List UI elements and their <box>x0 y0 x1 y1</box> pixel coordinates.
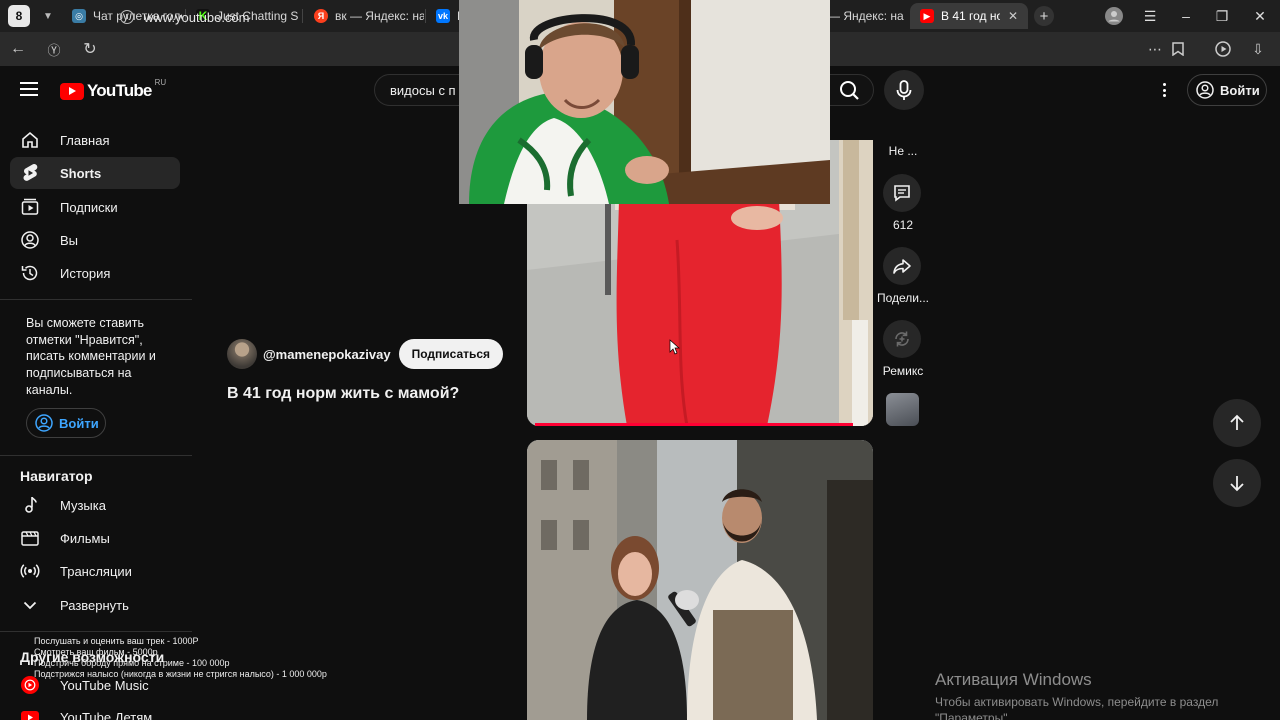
guide-menu-icon[interactable] <box>20 82 38 96</box>
youtube-favicon-icon: ▶ <box>920 9 934 23</box>
live-icon <box>20 564 40 578</box>
sidebar-item-expand[interactable]: Развернуть <box>10 589 180 621</box>
dislike-label: Не ... <box>888 144 918 158</box>
search-query-text: видосы с п <box>390 83 456 98</box>
sound-thumbnail[interactable] <box>886 393 919 426</box>
sidebar-item-subscriptions[interactable]: Подписки <box>10 191 180 223</box>
short-title[interactable]: В 41 год норм жить с мамой? <box>227 385 459 403</box>
downloads-icon[interactable]: ⇩ <box>1243 32 1273 66</box>
music-icon <box>25 496 37 513</box>
sidebar-item-shorts[interactable]: Shorts <box>10 157 180 189</box>
url-text: www.youtube.com <box>144 9 250 25</box>
next-short-preview[interactable] <box>527 440 873 720</box>
windows-activation-watermark: Активация Windows Чтобы активировать Win… <box>935 670 1219 720</box>
account-icon <box>1196 81 1214 99</box>
browser-tab[interactable]: — Яндекс: на <box>822 3 906 29</box>
previous-short-button[interactable] <box>1213 399 1261 447</box>
short-progress-bar[interactable] <box>535 423 853 426</box>
sidebar-item-youtube-kids[interactable]: YouTube Детям <box>10 701 180 720</box>
webcam-image <box>459 0 830 204</box>
close-window-icon[interactable]: ✕ <box>1242 0 1278 32</box>
history-icon <box>21 265 38 281</box>
channel-avatar[interactable] <box>227 339 257 369</box>
sidebar-item-home[interactable]: Главная <box>10 124 180 156</box>
you-icon <box>21 231 39 249</box>
media-icon[interactable] <box>1208 32 1238 66</box>
sidebar-item-music[interactable]: Музыка <box>10 489 180 521</box>
sidebar-item-live[interactable]: Трансляции <box>10 555 180 587</box>
profile-icon[interactable] <box>1096 0 1132 32</box>
subscriptions-icon <box>21 198 39 215</box>
streamer-webcam-overlay <box>459 0 830 204</box>
tab-title: В 41 год норм <box>941 9 1000 23</box>
share-label: Подели... <box>876 291 930 305</box>
video-frame-image <box>527 440 873 720</box>
new-tab-button[interactable]: + <box>1034 6 1054 26</box>
next-short-button[interactable] <box>1213 459 1261 507</box>
tab-title: вк — Яндекс: на <box>335 9 424 23</box>
search-button[interactable] <box>830 74 874 106</box>
browser-tab[interactable]: Я вк — Яндекс: на <box>304 3 424 29</box>
account-icon <box>35 414 53 432</box>
yandex-favicon-icon: Я <box>314 9 328 23</box>
back-icon[interactable]: ← <box>0 40 36 58</box>
close-tab-icon[interactable]: ✕ <box>1008 9 1018 23</box>
yandex-home-icon[interactable]: Ⓨ <box>36 40 72 59</box>
tab-title: — Яндекс: на <box>828 9 904 23</box>
short-channel-row: @mamenepokazivay Подписаться <box>227 338 504 370</box>
sidebar-sign-in-button[interactable]: Войти <box>26 408 106 438</box>
tab-count-badge[interactable]: 8 <box>8 5 30 27</box>
vk-favicon-icon: vk <box>436 9 450 23</box>
arrow-down-icon <box>1230 476 1244 492</box>
minimize-icon[interactable]: – <box>1168 0 1204 32</box>
url-field[interactable]: www.youtube.com <box>120 7 250 27</box>
comments-count: 612 <box>892 218 914 232</box>
share-button[interactable] <box>883 247 921 285</box>
youtube-play-icon <box>60 82 84 100</box>
restore-icon[interactable]: ❐ <box>1204 0 1240 32</box>
browser-menu-icon[interactable]: ☰ <box>1132 0 1168 32</box>
browser-tab-active[interactable]: ▶ В 41 год норм ✕ <box>910 3 1028 29</box>
shorts-icon <box>23 164 38 181</box>
settings-kebab-icon[interactable] <box>1154 80 1174 100</box>
subscribe-button[interactable]: Подписаться <box>398 339 504 369</box>
sign-in-button[interactable]: Войти <box>1187 74 1267 106</box>
comment-icon <box>894 185 910 202</box>
youtube-kids-icon <box>21 711 39 720</box>
sidebar-item-you[interactable]: Вы <box>10 224 180 256</box>
connection-icon[interactable] <box>120 10 134 24</box>
chevron-down-icon <box>23 601 37 610</box>
navigator-heading: Навигатор <box>20 468 93 484</box>
reload-icon[interactable]: ↻ <box>72 39 108 59</box>
voice-search-button[interactable] <box>884 70 924 110</box>
remix-icon <box>895 331 909 347</box>
sidebar-item-history[interactable]: История <box>10 257 180 289</box>
channel-name[interactable]: @mamenepokazivay <box>263 347 391 362</box>
tab-list-chevron-icon[interactable]: ▼ <box>36 11 60 22</box>
site-favicon-icon: ◎ <box>72 9 86 23</box>
sidebar: Главная Shorts Подписки Вы История Вы см… <box>0 122 192 720</box>
bookmark-icon[interactable] <box>1163 32 1193 66</box>
home-icon <box>22 131 38 148</box>
remix-button[interactable] <box>883 320 921 358</box>
microphone-icon <box>896 80 912 100</box>
remix-label: Ремикс <box>882 364 924 378</box>
arrow-up-icon <box>1230 414 1244 430</box>
youtube-logo[interactable]: YouTube RU <box>60 78 166 101</box>
sidebar-item-films[interactable]: Фильмы <box>10 522 180 554</box>
share-icon <box>893 259 911 274</box>
films-icon <box>21 531 39 546</box>
comments-button[interactable] <box>883 174 921 212</box>
stream-price-overlay: Послушать и оценить ваш трек - 1000Р Смо… <box>34 636 327 679</box>
sign-in-hint: Вы сможете ставить отметки "Нравится", п… <box>26 316 156 397</box>
